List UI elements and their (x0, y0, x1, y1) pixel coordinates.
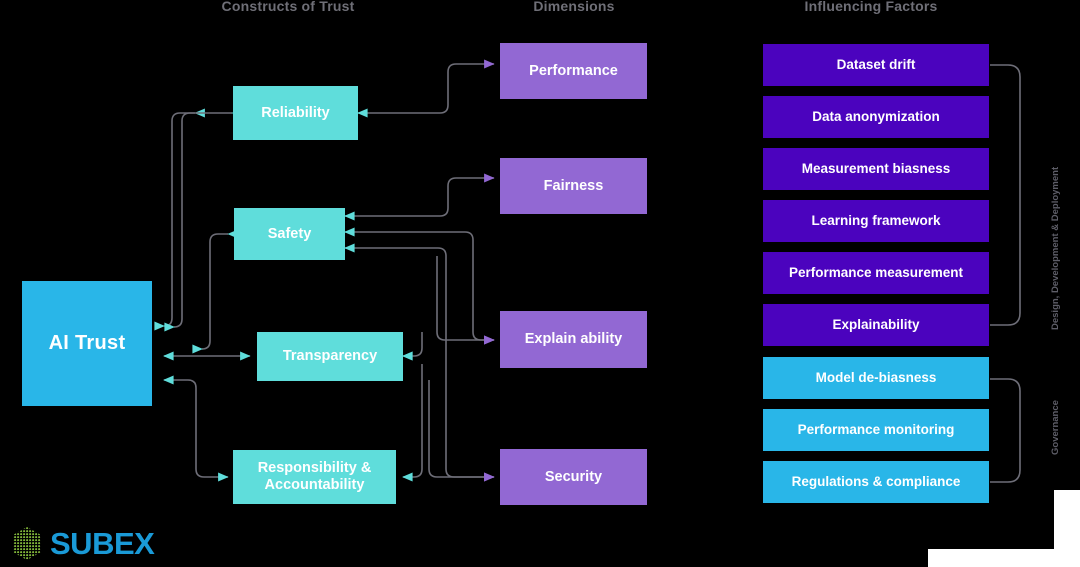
node-regulations-compliance[interactable]: Regulations & compliance (763, 461, 989, 503)
bracket-label-governance: Governance (1050, 400, 1061, 455)
column-header-dimensions: Dimensions (533, 0, 615, 14)
diagram-canvas: Constructs of Trust Dimensions Influenci… (0, 0, 1080, 567)
node-measurement-biasness[interactable]: Measurement biasness (763, 148, 989, 190)
column-header-factors: Influencing Factors (804, 0, 938, 14)
node-data-anonymization[interactable]: Data anonymization (763, 96, 989, 138)
column-header-constructs: Constructs of Trust (221, 0, 355, 14)
node-responsibility-accountability[interactable]: Responsibility & Accountability (233, 450, 396, 504)
node-transparency[interactable]: Transparency (257, 332, 403, 381)
bracket-label-design-development-deployment: Design, Development & Deployment (1050, 166, 1061, 330)
node-performance[interactable]: Performance (500, 43, 647, 99)
node-performance-monitoring[interactable]: Performance monitoring (763, 409, 989, 451)
node-security[interactable]: Security (500, 449, 647, 505)
node-dataset-drift[interactable]: Dataset drift (763, 44, 989, 86)
node-explainability[interactable]: Explainability (763, 304, 989, 346)
subex-logo: SUBEX (8, 524, 188, 564)
subex-hexagon-icon (13, 527, 41, 560)
node-explain-ability[interactable]: Explain ability (500, 311, 647, 368)
node-reliability[interactable]: Reliability (233, 86, 358, 140)
node-performance-measurement[interactable]: Performance measurement (763, 252, 989, 294)
node-safety[interactable]: Safety (234, 208, 345, 260)
node-ai-trust[interactable]: AI Trust (22, 281, 152, 406)
node-fairness[interactable]: Fairness (500, 158, 647, 214)
subex-wordmark: SUBEX (50, 526, 155, 561)
node-learning-framework[interactable]: Learning framework (763, 200, 989, 242)
background-patch-bottom (928, 549, 1080, 567)
node-model-de-biasness[interactable]: Model de-biasness (763, 357, 989, 399)
